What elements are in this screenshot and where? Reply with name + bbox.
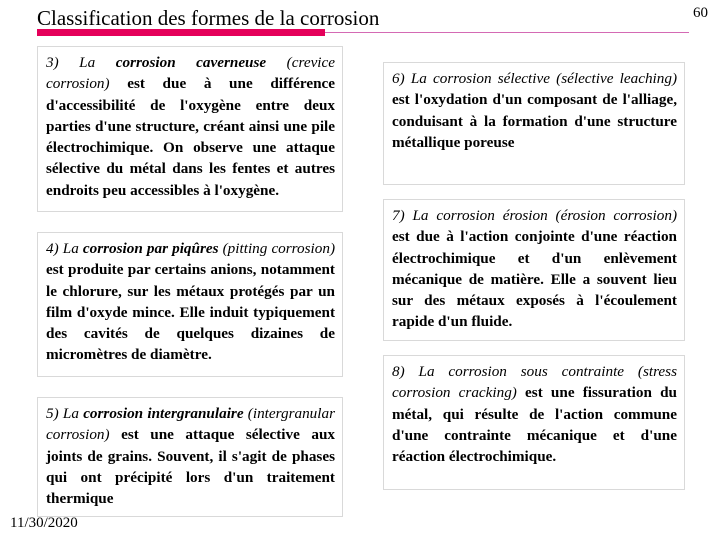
slide-number: 60 [693,5,708,21]
title-underline-thick [37,29,325,36]
paragraph-6-lead: 6) La corrosion sélective (sélective lea… [392,70,677,87]
paragraph-5: 5) La corrosion intergranulaire (intergr… [46,403,335,509]
content-box-5: 5) La corrosion intergranulaire (intergr… [37,397,343,517]
paragraph-5-term: corrosion intergranulaire [83,405,244,422]
paragraph-7: 7) La corrosion érosion (érosion corrosi… [392,205,677,333]
paragraph-6-body: est l'oxydation d'un composant de l'alli… [392,91,677,151]
paragraph-3-term: corrosion caverneuse [115,54,267,71]
content-box-4: 4) La corrosion par piqûres (pitting cor… [37,232,343,377]
paragraph-3: 3) La corrosion caverneuse (crevice corr… [46,52,335,201]
paragraph-4-lead: 4) La [46,240,83,257]
paragraph-3-lead: 3) La [46,54,116,71]
paragraph-6: 6) La corrosion sélective (sélective lea… [392,68,677,153]
footer-date: 11/30/2020 [10,515,78,531]
paragraph-4-body: est produite par certains anions, notamm… [46,261,335,364]
paragraph-7-body: est due à l'action conjointe d'une réact… [392,228,677,331]
paragraph-3-body: est due à une différence d'accessibilité… [46,75,335,199]
paragraph-4: 4) La corrosion par piqûres (pitting cor… [46,238,335,366]
paragraph-4-term: corrosion par piqûres [82,240,219,257]
content-box-8: 8) La corrosion sous contrainte (stress … [383,355,685,490]
content-box-3: 3) La corrosion caverneuse (crevice corr… [37,46,343,212]
paragraph-7-lead: 7) La corrosion érosion (érosion corrosi… [392,207,677,224]
content-box-6: 6) La corrosion sélective (sélective lea… [383,62,685,185]
content-box-7: 7) La corrosion érosion (érosion corrosi… [383,199,685,341]
paragraph-5-lead: 5) La [46,405,84,422]
paragraph-8: 8) La corrosion sous contrainte (stress … [392,361,677,467]
paragraph-4-english: (pitting corrosion) [218,240,336,257]
page-title: Classification des formes de la corrosio… [37,6,380,30]
